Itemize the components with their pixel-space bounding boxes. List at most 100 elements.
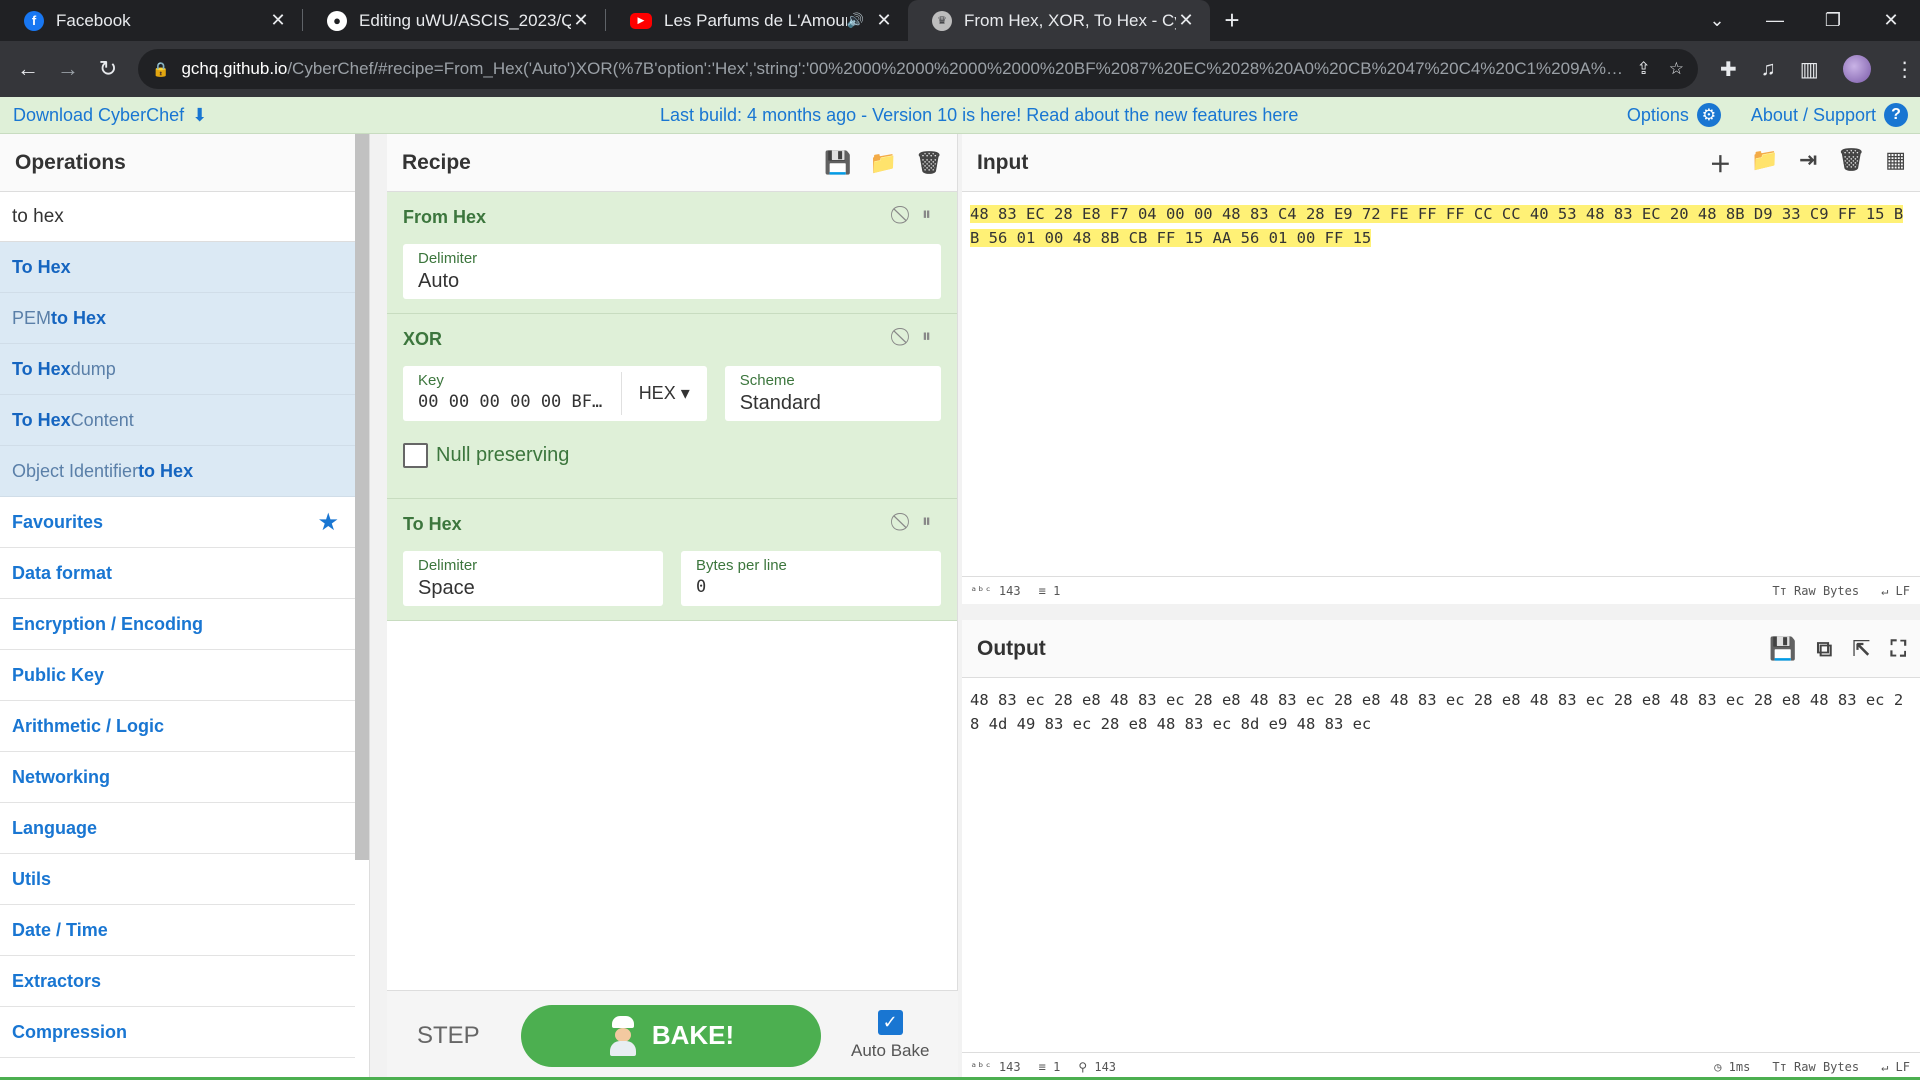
download-link[interactable]: Download CyberChef bbox=[13, 105, 184, 126]
open-file-icon[interactable]: ⇥ bbox=[1799, 147, 1817, 179]
trash-icon[interactable]: 🗑 bbox=[1837, 147, 1865, 179]
recipe-op-to-hex[interactable]: To Hex ⃠⏸ Delimiter Space Bytes per line… bbox=[387, 499, 957, 621]
menu-icon[interactable]: ⋮ bbox=[1895, 57, 1915, 82]
category-date-time[interactable]: Date / Time bbox=[0, 905, 355, 956]
null-preserving-checkbox[interactable]: Null preserving bbox=[403, 443, 941, 468]
close-icon[interactable]: ✕ bbox=[1176, 10, 1196, 31]
operations-search-input[interactable]: to hex bbox=[0, 192, 369, 242]
pause-icon[interactable]: ⏸ bbox=[922, 511, 931, 532]
eol-selector[interactable]: ↵ LF bbox=[1881, 584, 1910, 598]
reload-icon[interactable]: ↻ bbox=[88, 56, 128, 82]
cyberchef-banner: Download CyberChef ⬇ Last build: 4 month… bbox=[0, 97, 1920, 134]
tab-facebook[interactable]: f Facebook ✕ bbox=[0, 0, 302, 41]
category-utils[interactable]: Utils bbox=[0, 854, 355, 905]
close-icon[interactable]: ✕ bbox=[874, 10, 894, 31]
search-result-item[interactable]: PEM to Hex bbox=[0, 293, 355, 344]
search-result-item[interactable]: To Hex bbox=[0, 242, 355, 293]
category-networking[interactable]: Networking bbox=[0, 752, 355, 803]
key-type-dropdown[interactable]: HEX ▾ bbox=[620, 372, 707, 415]
media-control-icon[interactable]: ♫ bbox=[1761, 58, 1776, 81]
output-text[interactable]: 48 83 ec 28 e8 48 83 ec 28 e8 48 83 ec 2… bbox=[962, 678, 1920, 746]
restore-icon[interactable]: ❐ bbox=[1804, 10, 1862, 31]
forward-icon[interactable]: → bbox=[48, 56, 88, 82]
operations-scrollbar[interactable] bbox=[355, 134, 369, 860]
tab-youtube[interactable]: ▶ Les Parfums de L'Amour (Fu 🔊 ✕ bbox=[606, 0, 908, 41]
maximize-icon[interactable]: ⛶ bbox=[1891, 636, 1906, 662]
lock-icon[interactable]: 🔒 bbox=[152, 61, 169, 78]
checkbox[interactable] bbox=[403, 443, 428, 468]
panel-resizer[interactable] bbox=[370, 134, 387, 1080]
pause-icon[interactable]: ⏸ bbox=[922, 326, 931, 347]
save-icon[interactable]: 💾 bbox=[1769, 636, 1796, 662]
speaker-icon[interactable]: 🔊 bbox=[847, 12, 864, 29]
bake-time: ◷ 1ms bbox=[1714, 1059, 1751, 1074]
pause-icon[interactable]: ⏸ bbox=[922, 204, 931, 225]
step-button[interactable]: STEP bbox=[417, 1022, 513, 1050]
minimize-icon[interactable]: — bbox=[1746, 10, 1804, 31]
eol-selector[interactable]: ↵ LF bbox=[1881, 1060, 1910, 1074]
key-field[interactable]: Key 00 00 00 00 00 BF… HEX ▾ bbox=[403, 366, 707, 421]
gear-icon[interactable]: ⚙ bbox=[1696, 103, 1721, 127]
extensions-icon[interactable]: ✚ bbox=[1720, 57, 1737, 82]
layout-icon[interactable]: ▦ bbox=[1885, 147, 1906, 179]
back-icon[interactable]: ← bbox=[8, 56, 48, 82]
chef-icon bbox=[608, 1015, 638, 1056]
category-arithmetic-logic[interactable]: Arithmetic / Logic bbox=[0, 701, 355, 752]
char-count: ᵃᵇᶜ 143 bbox=[970, 1059, 1021, 1074]
profile-avatar[interactable] bbox=[1842, 55, 1871, 83]
bytes-per-line-field[interactable]: Bytes per line 0 bbox=[681, 551, 941, 606]
about-support-link[interactable]: About / Support bbox=[1751, 105, 1876, 126]
category-language[interactable]: Language bbox=[0, 803, 355, 854]
facebook-icon: f bbox=[24, 10, 44, 31]
checkmark-icon[interactable]: ✓ bbox=[877, 1010, 903, 1035]
output-header: Output 💾 ⧉ ⇱ ⛶ bbox=[962, 620, 1920, 678]
delimiter-field[interactable]: Delimiter Space bbox=[403, 551, 663, 606]
category-favourites[interactable]: Favourites ★ bbox=[0, 497, 355, 548]
side-panel-icon[interactable]: ▥ bbox=[1800, 57, 1819, 82]
window-close-icon[interactable]: ✕ bbox=[1862, 10, 1920, 31]
add-icon[interactable]: ＋ bbox=[1709, 147, 1731, 179]
op-title: XOR bbox=[403, 328, 443, 349]
category-encryption-encoding[interactable]: Encryption / Encoding bbox=[0, 599, 355, 650]
search-result-item[interactable]: Object Identifier to Hex bbox=[0, 446, 355, 497]
close-icon[interactable]: ✕ bbox=[571, 10, 591, 31]
folder-icon[interactable]: 📁 bbox=[870, 150, 897, 176]
copy-icon[interactable]: ⧉ bbox=[1816, 636, 1832, 662]
bookmark-star-icon[interactable]: ☆ bbox=[1669, 59, 1684, 79]
recipe-op-from-hex[interactable]: From Hex ⃠⏸ Delimiter Auto bbox=[387, 192, 957, 314]
delimiter-field[interactable]: Delimiter Auto bbox=[403, 244, 941, 299]
return-icon: ↵ bbox=[1881, 1059, 1889, 1074]
io-resizer[interactable] bbox=[962, 604, 1920, 620]
tab-search-icon[interactable]: ⌄ bbox=[1688, 10, 1746, 31]
tab-title: Les Parfums de L'Amour (Fu bbox=[664, 10, 847, 30]
tab-github[interactable]: ● Editing uWU/ASCIS_2023/Quals ✕ bbox=[303, 0, 605, 41]
build-notice-link[interactable]: Last build: 4 months ago - Version 10 is… bbox=[660, 105, 1298, 126]
encoding-selector[interactable]: Tт Raw Bytes bbox=[1772, 584, 1859, 598]
recipe-panel: Recipe 💾 📁 🗑 From Hex ⃠⏸ Delimiter Auto … bbox=[387, 134, 958, 1080]
save-icon[interactable]: 💾 bbox=[824, 150, 851, 176]
close-icon[interactable]: ✕ bbox=[268, 10, 288, 31]
options-link[interactable]: Options bbox=[1627, 105, 1689, 126]
category-extractors[interactable]: Extractors bbox=[0, 956, 355, 1007]
download-icon[interactable]: ⬇ bbox=[192, 105, 207, 126]
trash-icon[interactable]: 🗑 bbox=[915, 150, 943, 176]
scheme-field[interactable]: Scheme Standard bbox=[724, 366, 941, 421]
search-result-item[interactable]: To Hex dump bbox=[0, 344, 355, 395]
category-compression[interactable]: Compression bbox=[0, 1007, 355, 1058]
input-textarea[interactable]: 48 83 EC 28 E8 F7 04 00 00 48 83 C4 28 E… bbox=[962, 192, 1920, 260]
url-input[interactable]: 🔒 gchq.github.io /CyberChef/#recipe=From… bbox=[138, 49, 1698, 89]
replace-input-icon[interactable]: ⇱ bbox=[1852, 636, 1870, 662]
folder-icon[interactable]: 📁 bbox=[1751, 147, 1778, 179]
bake-button[interactable]: BAKE! bbox=[521, 1004, 821, 1067]
search-result-item[interactable]: To Hex Content bbox=[0, 395, 355, 446]
url-path: /CyberChef/#recipe=From_Hex('Auto')XOR(%… bbox=[287, 59, 1625, 78]
category-public-key[interactable]: Public Key bbox=[0, 650, 355, 701]
share-icon[interactable]: ⇪ bbox=[1637, 59, 1651, 79]
encoding-selector[interactable]: Tт Raw Bytes bbox=[1772, 1060, 1859, 1074]
category-data-format[interactable]: Data format bbox=[0, 548, 355, 599]
help-icon[interactable]: ? bbox=[1884, 103, 1908, 127]
recipe-op-xor[interactable]: XOR ⃠⏸ Key 00 00 00 00 00 BF… HEX ▾ Sche… bbox=[387, 314, 957, 499]
new-tab-button[interactable]: + bbox=[1210, 0, 1254, 41]
tab-cyberchef[interactable]: ♛ From Hex, XOR, To Hex - CyberC ✕ bbox=[908, 0, 1210, 41]
auto-bake-checkbox[interactable]: ✓ Auto Bake bbox=[851, 1010, 929, 1061]
